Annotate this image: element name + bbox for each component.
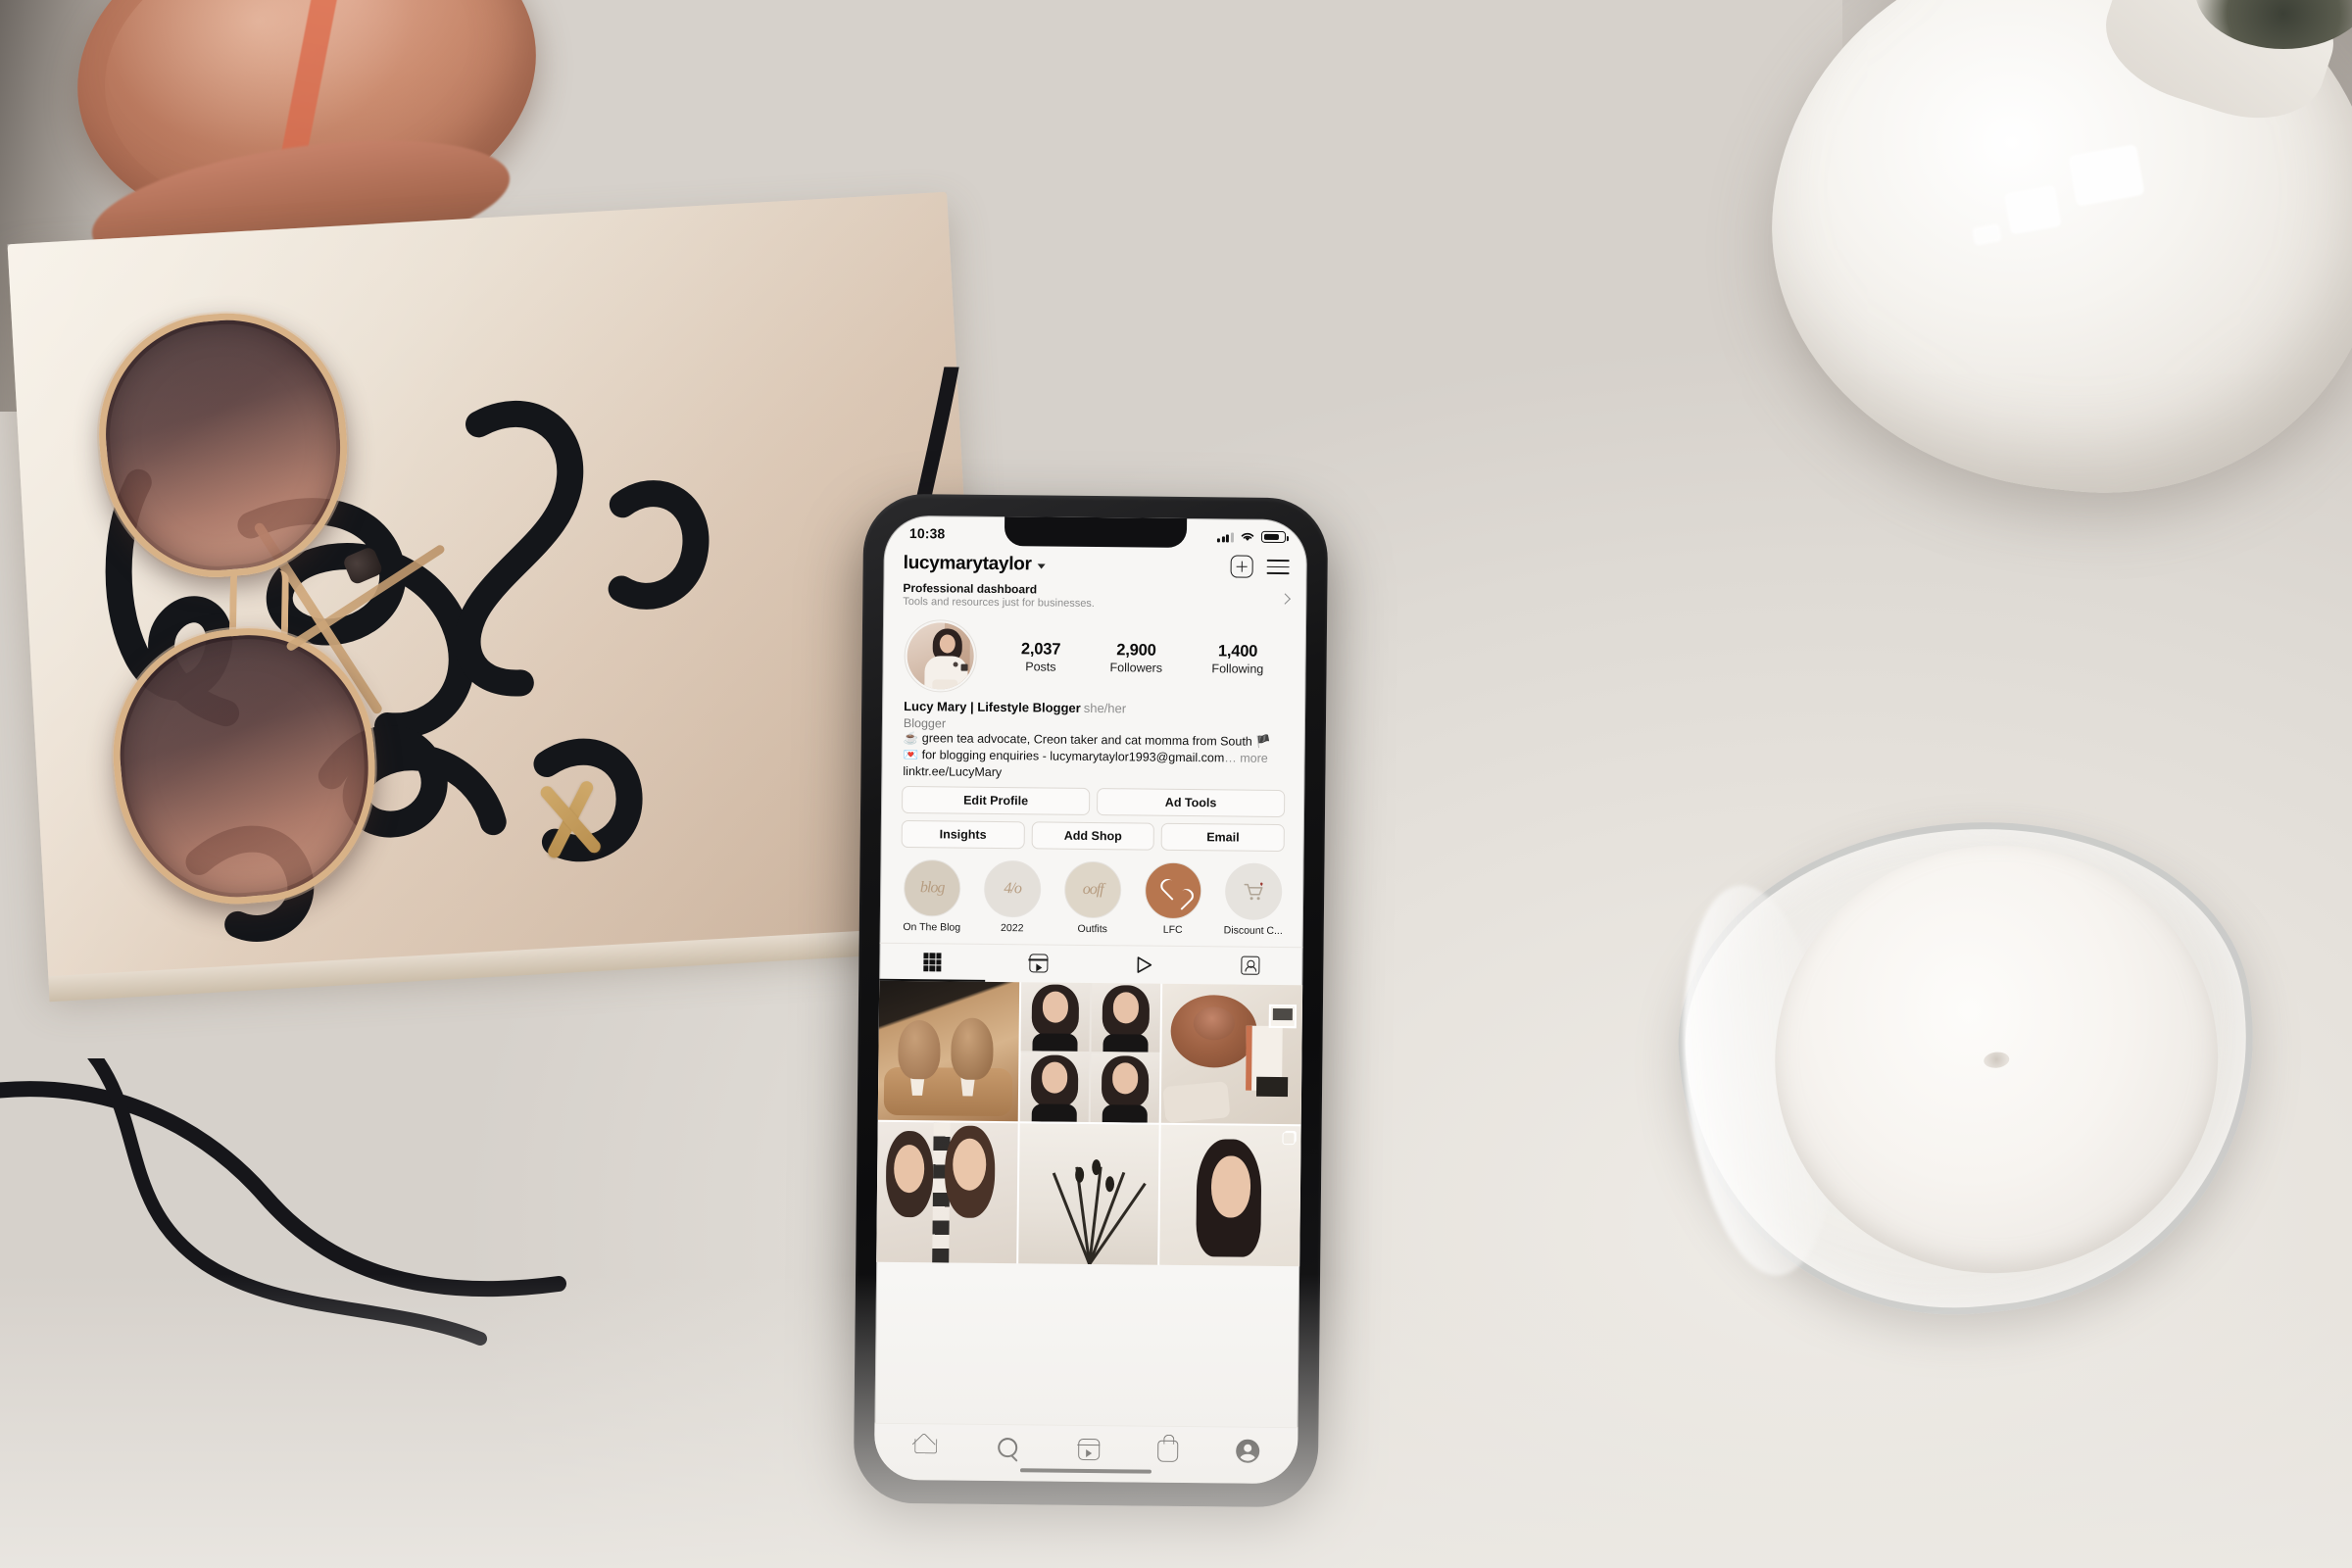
table-shadow-bottom [0, 1274, 2352, 1568]
highlight-label-0: On The Blog [903, 920, 961, 934]
stat-followers-label: Followers [1109, 661, 1163, 675]
candle-wick [1983, 1051, 2011, 1069]
profile-bio: Lucy Mary | Lifestyle Blogger she/her Blo… [881, 696, 1305, 782]
post-ice-cream[interactable] [877, 980, 1020, 1122]
vase-highlight-c [1972, 223, 2002, 246]
black-cord-upper [805, 349, 961, 521]
candle-jar [1657, 794, 2280, 1343]
status-bar-time: 10:38 [908, 525, 946, 542]
post-hat-flatlay[interactable] [1160, 983, 1303, 1125]
shopping-cart-icon [1224, 861, 1283, 920]
highlight-label-3: LFC [1162, 923, 1183, 936]
bio-more-link[interactable]: … more [1224, 751, 1268, 764]
stat-following-count: 1,400 [1217, 642, 1258, 661]
bio-display-name: Lucy Mary | Lifestyle Blogger [904, 698, 1081, 715]
stat-posts[interactable]: 2,037 Posts [1020, 640, 1061, 674]
script-outfits-icon: ooff [1063, 860, 1122, 918]
sunglasses-hinge [341, 545, 384, 586]
story-highlights: blog On The Blog 4/o 2022 ooff Outfits L… [880, 847, 1304, 941]
post-two-women[interactable] [876, 1121, 1018, 1264]
professional-dashboard-row[interactable]: Professional dashboard Tools and resourc… [883, 578, 1306, 618]
professional-dashboard-text: Professional dashboard Tools and resourc… [903, 581, 1095, 610]
tagged-person-icon [1240, 956, 1259, 975]
post-selfie-grid[interactable] [1019, 981, 1161, 1124]
ad-tools-button[interactable]: Ad Tools [1096, 787, 1286, 817]
instagram-header: lucymarytaylor [884, 547, 1307, 583]
cellular-signal-icon [1217, 531, 1235, 543]
highlight-label-1: 2022 [1001, 921, 1024, 934]
highlight-label-4: Discount C... [1223, 923, 1283, 937]
script-year-icon: 4/o [983, 859, 1042, 917]
vase-highlight-b [2004, 185, 2062, 235]
post-grid [876, 980, 1303, 1267]
sunglasses-lens-top [88, 303, 359, 587]
header-actions [1230, 555, 1290, 578]
avatar-image [906, 622, 975, 690]
wifi-icon [1241, 532, 1254, 541]
highlight-label-2: Outfits [1077, 922, 1108, 935]
professional-dashboard-title: Professional dashboard [903, 580, 1038, 597]
plus-square-icon[interactable] [1230, 555, 1253, 578]
stat-following-label: Following [1211, 662, 1264, 676]
scene: 10:38 lucymarytaylor Professional dashbo… [0, 0, 2352, 1568]
highlight-on-the-blog[interactable]: blog On The Blog [898, 858, 967, 933]
play-icon [1137, 956, 1152, 973]
professional-dashboard-subtitle: Tools and resources just for businesses. [903, 595, 1095, 611]
stat-following[interactable]: 1,400 Following [1211, 642, 1264, 676]
bio-pronouns: she/her [1083, 700, 1127, 716]
profile-stats: 2,037 Posts 2,900 Followers 1,400 Follow… [990, 640, 1288, 676]
tab-igtv[interactable] [1091, 946, 1197, 984]
highlight-outfits[interactable]: ooff Outfits [1058, 860, 1128, 935]
tab-tagged[interactable] [1197, 947, 1302, 985]
tab-grid[interactable] [879, 943, 985, 981]
grid-icon [922, 953, 942, 972]
vase-highlight-a [2068, 144, 2145, 207]
status-bar-indicators [1217, 530, 1287, 544]
highlight-2022[interactable]: 4/o 2022 [978, 859, 1048, 934]
highlight-discount-codes[interactable]: Discount C... [1219, 861, 1289, 937]
hamburger-menu-icon[interactable] [1266, 559, 1290, 575]
sunglasses [66, 262, 668, 954]
stat-posts-label: Posts [1025, 660, 1056, 674]
profile-row: 2,037 Posts 2,900 Followers 1,400 Follow… [882, 613, 1306, 701]
script-blog-icon: blog [903, 858, 961, 917]
username-dropdown[interactable]: lucymarytaylor [904, 552, 1046, 575]
highlight-lfc[interactable]: LFC [1139, 861, 1208, 936]
battery-icon [1260, 530, 1287, 544]
add-shop-button[interactable]: Add Shop [1031, 820, 1155, 851]
stat-posts-count: 2,037 [1020, 640, 1061, 659]
heart-icon [1144, 861, 1202, 919]
profile-tabs [879, 942, 1303, 985]
stat-followers[interactable]: 2,900 Followers [1109, 641, 1163, 675]
insights-button[interactable]: Insights [901, 819, 1025, 849]
reels-icon [1028, 954, 1048, 973]
chevron-down-icon [1037, 563, 1046, 568]
chevron-right-icon [1279, 592, 1291, 605]
post-plant[interactable] [1017, 1123, 1160, 1265]
action-buttons-row-1: Edit Profile Ad Tools [881, 777, 1304, 817]
email-button[interactable]: Email [1160, 822, 1285, 852]
carousel-icon [1282, 1132, 1296, 1146]
bio-line-2-text: 💌 for blogging enquiries - lucymarytaylo… [903, 747, 1225, 765]
edit-profile-button[interactable]: Edit Profile [901, 785, 1091, 815]
avatar[interactable] [904, 618, 978, 693]
action-buttons-row-2: Insights Add Shop Email [881, 812, 1304, 852]
tab-reels[interactable] [985, 944, 1091, 982]
profile-username: lucymarytaylor [903, 552, 1032, 574]
stat-followers-count: 2,900 [1116, 641, 1156, 660]
post-portrait[interactable] [1159, 1124, 1301, 1267]
phone-notch [1004, 516, 1188, 548]
white-vase [1666, 0, 2352, 608]
